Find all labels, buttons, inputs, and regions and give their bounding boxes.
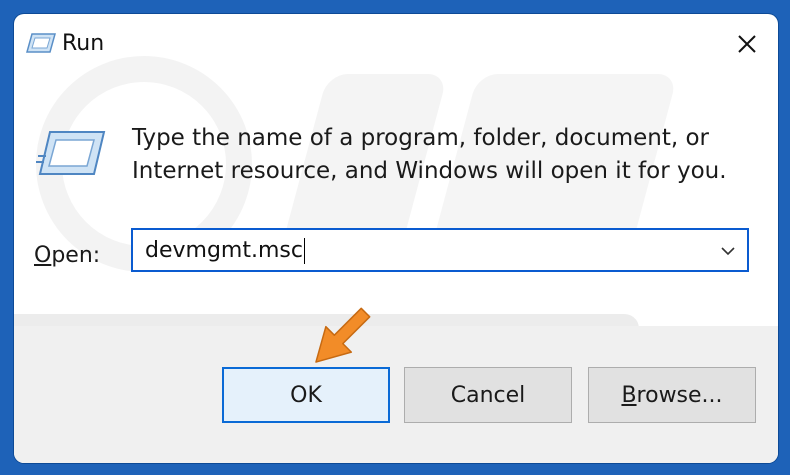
cancel-button[interactable]: Cancel <box>404 367 572 423</box>
cancel-button-label: Cancel <box>450 382 526 408</box>
close-button[interactable] <box>716 14 778 74</box>
run-app-large-icon <box>36 128 106 182</box>
browse-accelerator: B <box>621 382 637 408</box>
run-dialog: Run Type the name of a program, folder, … <box>14 14 778 463</box>
orange-pointer-arrow <box>300 298 380 382</box>
dropdown-button[interactable] <box>715 238 741 264</box>
run-app-icon <box>26 32 56 58</box>
browse-button[interactable]: Browse... <box>588 367 756 423</box>
chevron-down-icon <box>721 247 735 256</box>
open-label: Open: <box>34 242 100 270</box>
window-title: Run <box>62 31 105 56</box>
browse-button-label: rowse... <box>636 382 723 408</box>
close-icon <box>738 35 756 53</box>
open-label-accelerator: O <box>34 243 52 268</box>
description-line-2: Internet resource, and Windows will open… <box>132 158 727 184</box>
ok-button-label: OK <box>290 382 322 408</box>
open-combobox[interactable]: devmgmt.msc <box>131 228 749 272</box>
description-text: Type the name of a program, folder, docu… <box>132 122 752 188</box>
open-label-text: pen: <box>51 243 101 268</box>
open-input[interactable]: devmgmt.msc <box>145 238 305 264</box>
title-bar: Run <box>14 14 778 74</box>
description-line-1: Type the name of a program, folder, docu… <box>132 125 709 151</box>
